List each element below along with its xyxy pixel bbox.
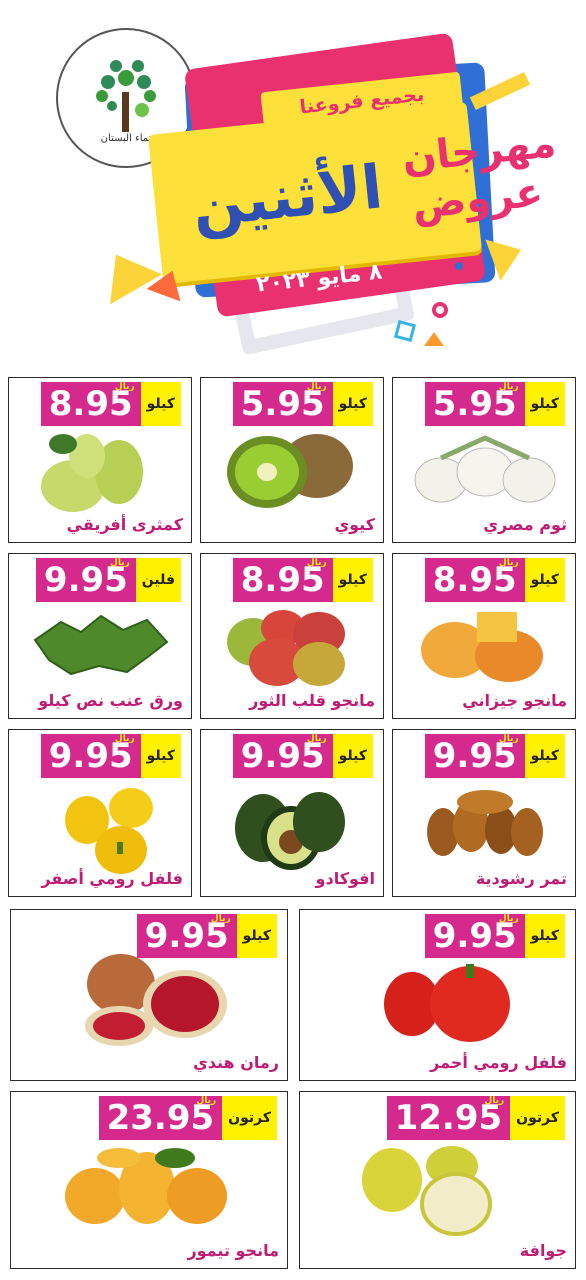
product-unit: فلين <box>135 558 181 602</box>
product-card-mango-jizani[interactable]: ريال 8.95 كيلو مانجو جيزاني <box>392 553 576 719</box>
product-card-mango-bull-heart[interactable]: ريال 8.95 كيلو مانجو قلب الثور <box>200 553 384 719</box>
product-card-yellow-pepper[interactable]: ريال 9.95 كيلو فلفل رومي أصفر <box>8 729 192 897</box>
product-unit: كيلو <box>524 382 565 426</box>
product-unit: كيلو <box>140 382 181 426</box>
product-name: مانجو تيمور <box>187 1241 279 1260</box>
product-name: افوكادو <box>315 869 375 888</box>
product-unit: كيلو <box>236 914 277 958</box>
guava-icon <box>362 1146 492 1236</box>
currency-label: ريال <box>498 734 519 744</box>
promo-banner: نماء البستان بجميع فروعنا مهرجان عروض ال… <box>0 0 586 360</box>
product-unit: كيلو <box>524 914 565 958</box>
product-card-avocado[interactable]: ريال 9.95 كيلو افوكادو <box>200 729 384 897</box>
currency-label: ريال <box>210 914 231 924</box>
product-name: تمر رشودية <box>475 869 567 888</box>
product-unit: كيلو <box>332 382 373 426</box>
confetti-triangle-icon <box>90 239 162 305</box>
product-card-mango-timor[interactable]: ريال 23.95 كرتون مانجو تيمور <box>10 1091 288 1269</box>
product-name: ورق عنب نص كيلو <box>38 691 183 710</box>
currency-label: ريال <box>498 382 519 392</box>
pear-icon <box>41 434 143 512</box>
yellow-pepper-icon <box>65 788 153 874</box>
product-unit: كرتون <box>222 1096 277 1140</box>
product-name: مانجو جيزاني <box>462 691 567 710</box>
product-card-kiwi[interactable]: ريال 5.95 كيلو كيوي <box>200 377 384 543</box>
currency-label: ريال <box>306 382 327 392</box>
confetti-dot-icon <box>455 262 463 270</box>
product-card-pomegranate[interactable]: ريال 9.95 كيلو رمان هندي <box>10 909 288 1081</box>
product-name: فلفل رومي أحمر <box>430 1053 567 1072</box>
garlic-icon <box>414 435 556 503</box>
confetti-square-icon <box>393 319 417 343</box>
product-name: جوافة <box>519 1241 567 1260</box>
dates-icon <box>427 790 543 856</box>
product-name: فلفل رومي أصفر <box>41 869 183 888</box>
currency-label: ريال <box>114 382 135 392</box>
currency-label: ريال <box>306 734 327 744</box>
avocado-icon <box>235 792 345 870</box>
confetti-triangle-icon <box>424 332 444 346</box>
product-card-red-pepper[interactable]: ريال 9.95 كيلو فلفل رومي أحمر <box>299 909 576 1081</box>
product-unit: كرتون <box>510 1096 565 1140</box>
currency-label: ريال <box>484 1096 505 1106</box>
mango-red-icon <box>227 610 345 686</box>
pomegranate-icon <box>85 954 227 1046</box>
product-card-dates[interactable]: ريال 9.95 كيلو تمر رشودية <box>392 729 576 897</box>
product-unit: كيلو <box>140 734 181 778</box>
product-card-pear[interactable]: ريال 8.95 كيلو كمثرى أفريقي <box>8 377 192 543</box>
product-unit: كيلو <box>524 734 565 778</box>
product-name: كمثرى أفريقي <box>66 515 183 534</box>
product-name: ثوم مصري <box>483 515 567 534</box>
grape-leaf-icon <box>33 614 169 676</box>
product-name: رمان هندي <box>193 1053 279 1072</box>
product-card-guava[interactable]: ريال 12.95 كرتون جوافة <box>299 1091 576 1269</box>
product-name: مانجو قلب الثور <box>249 691 375 710</box>
currency-label: ريال <box>110 558 130 568</box>
confetti-ring-icon <box>432 302 448 318</box>
red-pepper-icon <box>384 964 510 1042</box>
product-name: كيوي <box>334 515 375 534</box>
product-unit: كيلو <box>332 734 373 778</box>
mango-timor-icon <box>65 1148 227 1224</box>
currency-label: ريال <box>306 558 327 568</box>
product-unit: كيلو <box>332 558 373 602</box>
product-unit: كيلو <box>524 558 565 602</box>
currency-label: ريال <box>498 914 519 924</box>
currency-label: ريال <box>196 1096 217 1106</box>
kiwi-icon <box>227 434 353 508</box>
currency-label: ريال <box>498 558 519 568</box>
product-card-garlic[interactable]: ريال 5.95 كيلو ثوم مصري <box>392 377 576 543</box>
product-card-grape-leaves[interactable]: ريال 9.95 فلين ورق عنب نص كيلو <box>8 553 192 719</box>
currency-label: ريال <box>114 734 135 744</box>
mango-icon <box>421 612 543 682</box>
